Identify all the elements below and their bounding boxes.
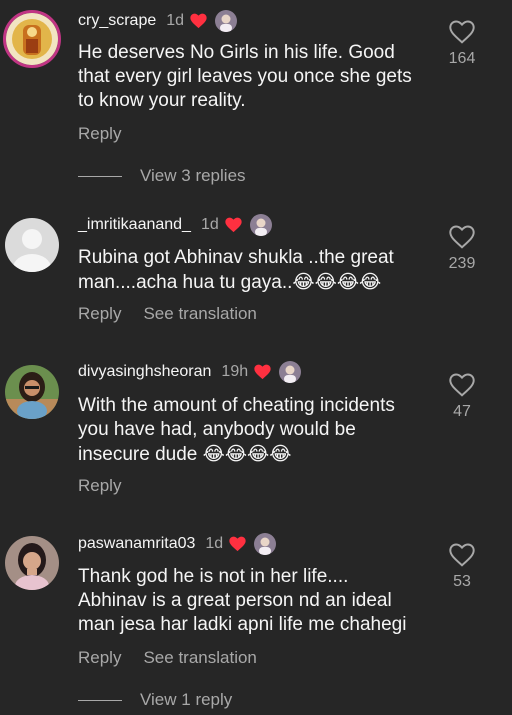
heart-outline-icon[interactable] [449,373,475,397]
creator-avatar [254,533,277,555]
emoji-text: 😂😂😂😂 [292,271,382,293]
like-count: 47 [453,403,471,420]
comment-actions: Reply [78,476,121,496]
comment-text: Rubina got Abhinav shukla ..the great ma… [78,247,394,293]
timestamp: 1d [200,216,219,233]
creator-avatar [249,214,272,236]
username[interactable]: cry_scrape [78,12,156,30]
divider-line [78,699,122,701]
comment-actions: Reply [78,124,121,144]
see-translation-button[interactable]: See translation [143,304,256,324]
comment-header: paswanamrita03 1d [78,533,277,555]
avatar[interactable] [3,10,61,68]
heart-outline-icon[interactable] [449,225,475,249]
heart-filled-icon [225,217,242,233]
username[interactable]: _imritikaanand_ [78,216,191,234]
reply-button[interactable]: Reply [78,124,121,144]
view-replies-button[interactable]: View 3 replies [78,166,246,186]
like-control: 53 [444,543,480,591]
like-control: 47 [444,373,480,421]
heart-outline-icon[interactable] [449,543,475,567]
comment-header: cry_scrape 1d [78,10,238,32]
heart-outline-icon[interactable] [449,20,475,44]
comment-text: With the amount of cheating incidents yo… [78,395,395,465]
timestamp: 1d [166,12,185,29]
username[interactable]: paswanamrita03 [78,535,195,553]
see-translation-button[interactable]: See translation [143,648,256,668]
view-replies-label: View 3 replies [140,166,246,185]
view-replies-button[interactable]: View 1 reply [78,690,232,710]
heart-filled-icon [190,13,207,29]
creator-avatar [215,10,238,32]
timestamp: 19h [221,363,249,380]
timestamp: 1d [205,535,224,552]
avatar[interactable] [5,218,59,272]
heart-filled-icon [254,364,271,380]
like-control: 164 [444,20,480,68]
reply-button[interactable]: Reply [78,476,121,496]
comment-actions: Reply See translation [78,304,257,324]
username[interactable]: divyasinghsheoran [78,363,211,381]
avatar[interactable] [5,365,59,419]
like-count: 53 [453,573,471,590]
avatar[interactable] [5,536,59,590]
comment-actions: Reply See translation [78,648,257,668]
creator-avatar [279,361,302,383]
comment-header: _imritikaanand_ 1d [78,214,272,236]
comment-text: He deserves No Girls in his life. Good t… [78,42,412,111]
like-count: 239 [448,255,476,272]
divider-line [78,175,122,177]
heart-filled-icon [229,536,246,552]
comment-text: Thank god he is not in her life.... Abhi… [78,566,407,635]
like-count: 164 [448,50,476,67]
reply-button[interactable]: Reply [78,648,121,668]
reply-button[interactable]: Reply [78,304,121,324]
like-control: 239 [444,225,480,273]
emoji-text: 😂😂😂😂 [202,443,292,465]
comment-header: divyasinghsheoran 19h [78,361,302,383]
view-replies-label: View 1 reply [140,690,233,709]
